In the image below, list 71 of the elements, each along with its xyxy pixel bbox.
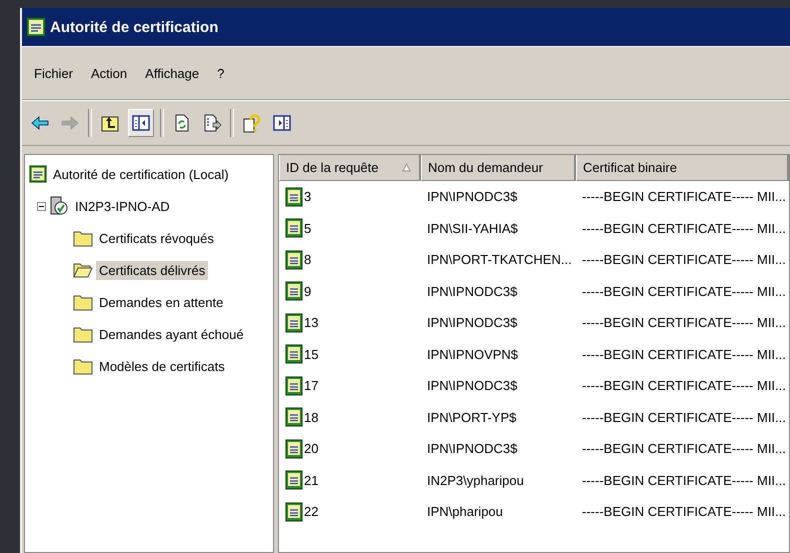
table-cell: -----BEGIN CERTIFICATE----- MII... [582, 315, 786, 330]
folder-icon [73, 325, 93, 343]
tree-item[interactable]: Modèles de certificats [96, 356, 228, 376]
folder-icon [73, 357, 93, 375]
certificate-authority-icon [29, 165, 47, 183]
show-tree-button[interactable] [128, 109, 154, 137]
tree-item[interactable]: Certificats révoqués [96, 228, 217, 248]
table-cell: IPN\IPNOVPN$ [427, 346, 518, 362]
table-cell: -----BEGIN CERTIFICATE----- MII... [582, 189, 786, 204]
certificate-icon [285, 470, 303, 490]
tree-item[interactable]: Demandes ayant échoué [96, 324, 247, 344]
tree-item[interactable]: Demandes en attente [96, 292, 226, 312]
column-header[interactable]: Certificat binaire [576, 155, 789, 181]
table-cell: 17 [304, 378, 318, 394]
column-header[interactable]: Nom du demandeur [421, 155, 576, 181]
folder-icon [73, 229, 93, 247]
menu-item[interactable]: Action [91, 66, 128, 80]
table-cell: 8 [304, 252, 312, 268]
sort-ascending-icon [402, 163, 411, 172]
table-cell: IPN\pharipou [427, 504, 503, 520]
certificate-icon [285, 502, 303, 522]
window-title: Autorité de certification [50, 18, 218, 36]
table-cell: -----BEGIN CERTIFICATE----- MII... [582, 441, 786, 456]
menu-item[interactable]: Affichage [145, 66, 200, 80]
table-cell: -----BEGIN CERTIFICATE----- MII... [582, 346, 786, 362]
folder-icon [73, 293, 93, 311]
table-cell: -----BEGIN CERTIFICATE----- MII... [582, 284, 786, 299]
table-cell: 20 [304, 441, 318, 456]
table-cell: IPN\IPNODC3$ [427, 284, 518, 299]
table-cell: IPN\IPNODC3$ [427, 378, 518, 394]
table-cell: 5 [304, 220, 312, 236]
certificate-authority-icon [26, 17, 46, 37]
table-cell: IPN\PORT-YP$ [427, 410, 516, 425]
table-cell: 22 [304, 504, 318, 520]
table-cell: 15 [304, 346, 318, 362]
tree-item[interactable]: IN2P3-IPNO-AD [72, 196, 173, 216]
certificate-icon [285, 376, 303, 396]
table-cell: 18 [304, 410, 318, 425]
column-header[interactable]: ID de la requête [279, 155, 421, 181]
table-cell: -----BEGIN CERTIFICATE----- MII... [582, 378, 786, 394]
table-cell: IPN\IPNODC3$ [427, 441, 518, 456]
certificate-icon [285, 438, 303, 459]
table-cell: -----BEGIN CERTIFICATE----- MII... [582, 252, 786, 268]
menu-item[interactable]: Fichier [34, 66, 74, 80]
certificate-icon [285, 250, 303, 270]
table-cell: IPN\SII-YAHIA$ [427, 220, 518, 236]
table-cell: 9 [304, 284, 312, 299]
table-cell: 13 [304, 315, 318, 330]
table-cell: -----BEGIN CERTIFICATE----- MII... [582, 472, 786, 488]
table-cell: IPN\IPNODC3$ [427, 189, 518, 204]
certificate-icon [285, 281, 303, 302]
collapse-icon[interactable] [37, 202, 46, 210]
table-cell: -----BEGIN CERTIFICATE----- MII... [582, 220, 786, 236]
tree-item[interactable]: Certificats délivrés [96, 260, 208, 280]
tree-item[interactable]: Autorité de certification (Local) [50, 164, 232, 184]
table-cell: -----BEGIN CERTIFICATE----- MII... [582, 504, 786, 520]
certificate-icon [285, 344, 303, 364]
table-cell: 3 [304, 189, 312, 204]
menu-item[interactable]: ? [217, 66, 224, 80]
table-cell: IPN\PORT-TKATCHEN... [427, 252, 572, 268]
server-check-icon [49, 196, 69, 216]
certificate-icon [285, 218, 303, 238]
table-cell: IN2P3\ypharipou [427, 472, 524, 488]
table-cell: -----BEGIN CERTIFICATE----- MII... [582, 410, 786, 425]
certificate-icon [285, 186, 303, 207]
open-folder-icon [73, 261, 93, 279]
certificate-icon [285, 312, 303, 333]
table-cell: 21 [304, 472, 318, 488]
refresh-icon [176, 114, 188, 132]
certificate-icon [285, 407, 303, 428]
table-cell: IPN\IPNODC3$ [427, 315, 518, 330]
